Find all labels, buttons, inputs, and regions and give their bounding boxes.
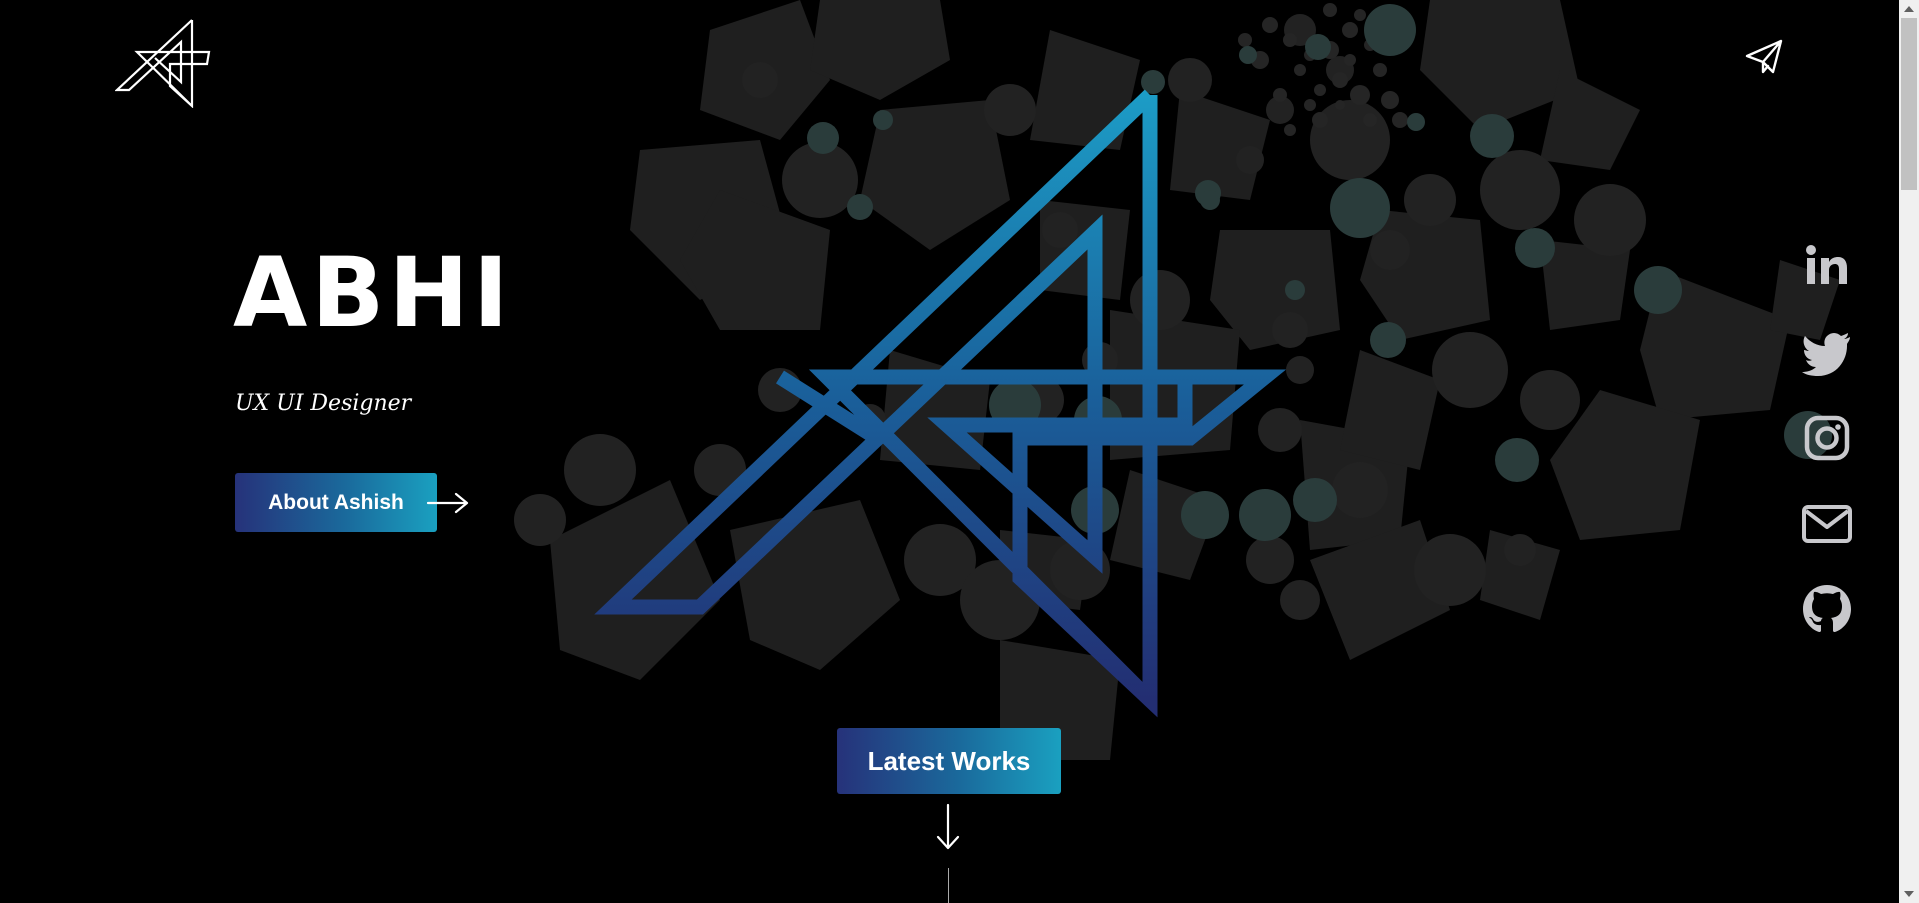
page-scrollbar[interactable] [1899,0,1919,903]
instagram-icon[interactable] [1800,411,1854,465]
arrow-right-icon[interactable] [426,492,470,514]
paper-plane-icon[interactable] [1745,38,1785,76]
mail-icon[interactable] [1800,497,1854,551]
ashish-logo-icon[interactable] [115,18,212,108]
about-ashish-button[interactable]: About Ashish [235,473,437,532]
scrollbar-thumb[interactable] [1901,18,1917,190]
scroll-indicator-line [948,868,949,903]
linkedin-icon[interactable] [1800,240,1854,294]
hero-subtitle: UX UI Designer [235,391,412,416]
latest-works-button[interactable]: Latest Works [837,728,1061,794]
scroll-up-arrow-icon[interactable] [1899,0,1919,18]
github-icon[interactable] [1800,582,1854,636]
about-cta: About Ashish [235,473,470,532]
twitter-icon[interactable] [1800,326,1854,380]
page: ABHI UX UI Designer About Ashish Latest … [0,0,1899,903]
hero-title: ABHI [233,237,513,349]
scroll-down-arrow-icon[interactable] [1899,885,1919,903]
arrow-down-icon[interactable] [935,803,961,851]
